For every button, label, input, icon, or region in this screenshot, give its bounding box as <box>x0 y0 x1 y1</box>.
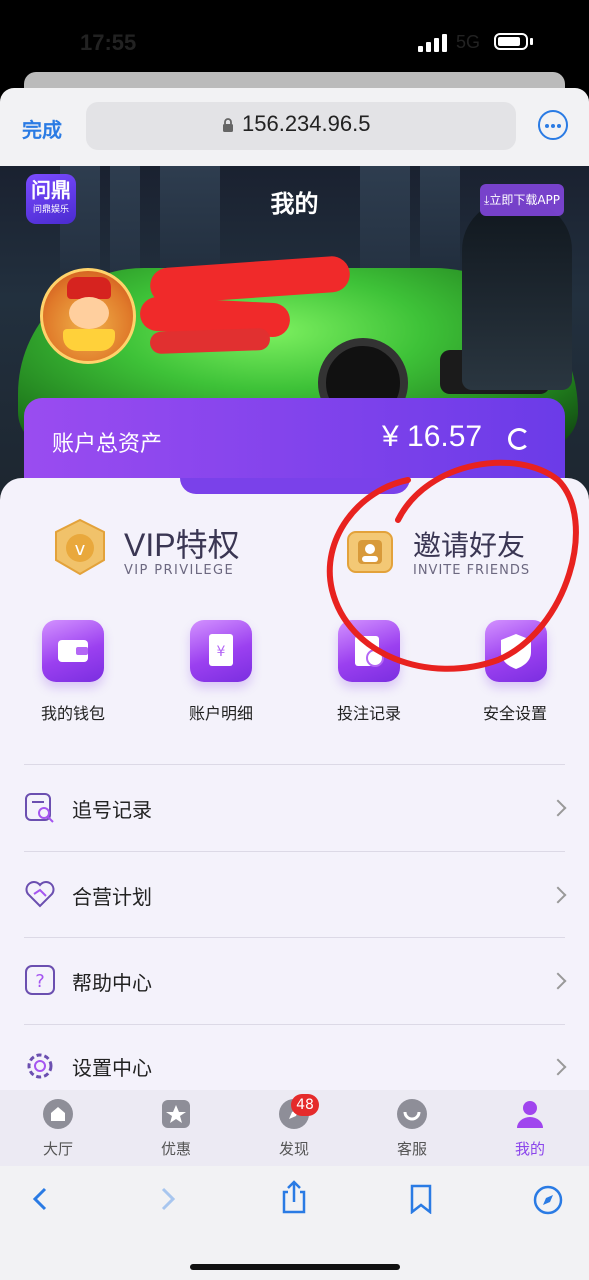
status-time: 17:55 <box>80 30 137 55</box>
support-icon <box>397 1099 427 1129</box>
help-icon: ? <box>25 965 55 995</box>
battery-icon <box>494 33 528 50</box>
tab-support[interactable]: 客服 <box>372 1098 452 1159</box>
profile-icon <box>517 1101 543 1128</box>
grid-label-wallet[interactable]: 我的钱包 <box>13 700 133 724</box>
tab-lobby[interactable]: 大厅 <box>18 1098 98 1159</box>
bill-icon[interactable]: ¥ <box>190 620 252 682</box>
url-text[interactable]: 156.234.96.5 <box>242 111 370 137</box>
total-assets-label: 账户总资产 <box>52 432 163 457</box>
download-app-button[interactable]: ⤓立即下载APP <box>480 184 564 216</box>
menu-item-partnership[interactable]: 合营计划 <box>72 881 152 910</box>
vip-badge-icon[interactable]: v <box>52 518 108 576</box>
ellipsis-circle-icon[interactable] <box>538 110 568 140</box>
bookmarks-icon[interactable] <box>408 1184 434 1214</box>
tab-promotions[interactable]: 优惠 <box>136 1098 216 1159</box>
search-record-icon <box>25 793 54 823</box>
download-label: 立即下载APP <box>489 193 560 207</box>
grid-label-security[interactable]: 安全设置 <box>455 700 575 724</box>
notification-badge: 48 <box>291 1094 319 1116</box>
menu-item-help-center[interactable]: 帮助中心 <box>72 967 152 996</box>
home-icon <box>43 1099 73 1129</box>
svg-text:¥: ¥ <box>217 644 226 660</box>
avatar[interactable] <box>40 268 136 364</box>
vip-privilege-title[interactable]: VIP特权 <box>124 520 240 566</box>
svg-text:?: ? <box>35 971 45 992</box>
wallet-icon[interactable] <box>42 620 104 682</box>
grid-label-bill[interactable]: 账户明细 <box>161 700 281 724</box>
network-type: 5G <box>456 32 481 52</box>
vip-privilege-subtitle: VIP PRIVILEGE <box>124 563 235 578</box>
menu-item-settings-center[interactable]: 设置中心 <box>72 1052 152 1081</box>
tab-mine[interactable]: 我的 <box>490 1098 570 1159</box>
annotation-circle <box>326 459 579 672</box>
settings-icon <box>27 1053 53 1079</box>
lock-icon <box>223 118 233 132</box>
share-icon[interactable] <box>280 1180 308 1214</box>
signal-icon <box>418 34 448 52</box>
home-indicator <box>190 1264 400 1270</box>
back-icon[interactable] <box>28 1186 54 1212</box>
forward-icon[interactable] <box>154 1186 180 1212</box>
menu-item-chase-record[interactable]: 追号记录 <box>72 794 152 823</box>
svg-text:v: v <box>75 539 86 560</box>
partnership-icon <box>25 881 55 908</box>
star-icon <box>162 1100 190 1128</box>
done-button[interactable]: 完成 <box>22 114 62 143</box>
compass-icon[interactable] <box>532 1184 564 1216</box>
grid-label-bet-record[interactable]: 投注记录 <box>309 700 429 724</box>
